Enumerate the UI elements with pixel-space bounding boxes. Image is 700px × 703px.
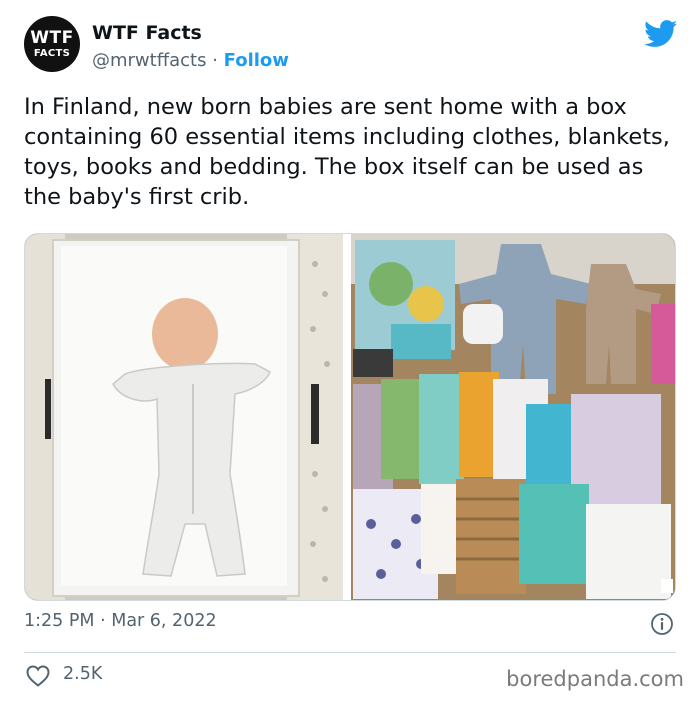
twitter-bird-icon[interactable] (644, 20, 678, 48)
account-handle[interactable]: @mrwtffacts (92, 50, 206, 71)
baby-in-box-photo[interactable] (25, 234, 343, 600)
tweet-media[interactable] (24, 233, 676, 601)
tweet-text: In Finland, new born babies are sent hom… (24, 94, 670, 210)
like-count[interactable]: 2.5K (63, 664, 102, 684)
follow-button[interactable]: Follow (224, 50, 289, 71)
heart-icon[interactable] (26, 665, 50, 687)
handle-separator: · (206, 50, 224, 71)
baby-in-box-illustration (25, 234, 343, 600)
box-contents-illustration (351, 234, 675, 600)
divider (24, 652, 676, 653)
tweet-timestamp[interactable]: 1:25 PM · Mar 6, 2022 (24, 611, 217, 631)
info-icon[interactable] (650, 612, 674, 636)
tweet-time: 1:25 PM (24, 611, 95, 631)
date-separator: · (94, 611, 112, 631)
watermark: boredpanda.com (506, 667, 684, 691)
avatar[interactable]: WTF FACTS (24, 16, 80, 72)
avatar-logo-text: WTF (30, 27, 74, 48)
avatar-logo-subtext: FACTS (33, 47, 71, 59)
handle-row: @mrwtffacts · Follow (92, 50, 289, 71)
box-contents-photo[interactable] (351, 234, 675, 600)
tweet-date: Mar 6, 2022 (111, 611, 217, 631)
media-divider (343, 234, 351, 600)
account-name[interactable]: WTF Facts (92, 22, 202, 44)
